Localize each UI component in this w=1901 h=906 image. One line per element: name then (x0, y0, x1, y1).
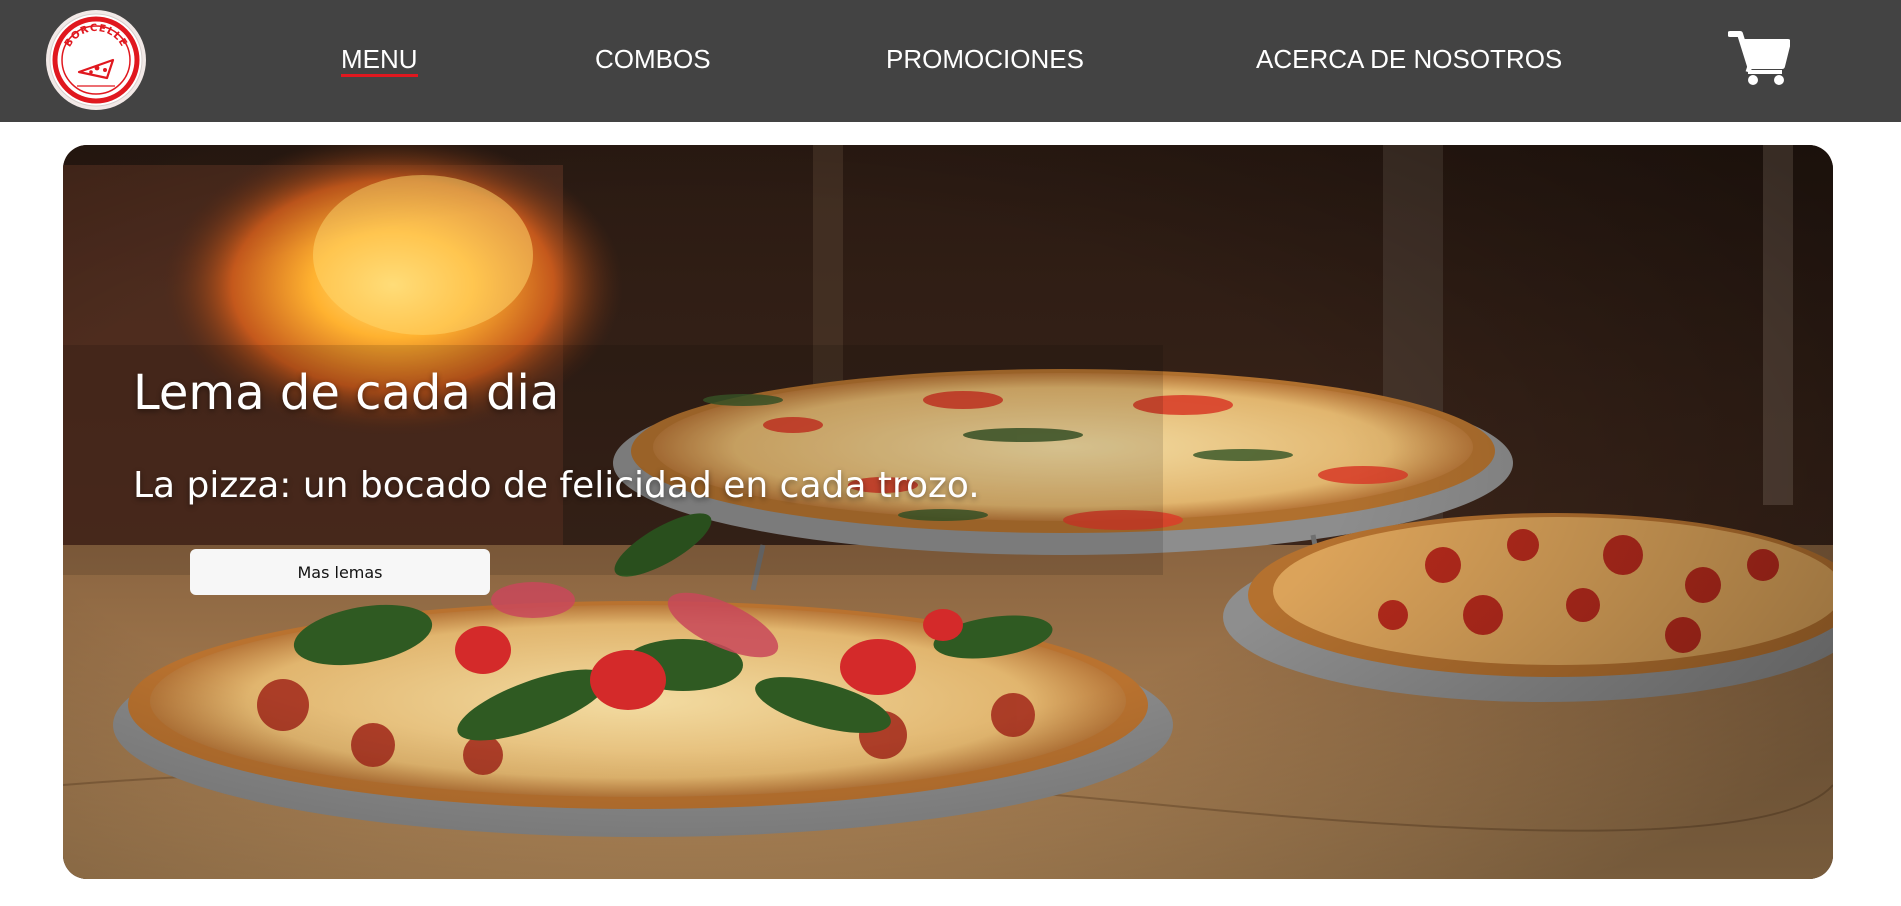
logo-seal: BORCELLE (46, 10, 146, 110)
nav-link-combos[interactable]: COMBOS (595, 44, 711, 74)
nav-link-promociones[interactable]: PROMOCIONES (886, 44, 1084, 74)
nav-link-menu[interactable]: MENU (341, 44, 418, 77)
hero-pizza-image (63, 145, 1833, 879)
brand-logo[interactable]: BORCELLE (45, 6, 147, 114)
hero-banner: Lema de cada dia La pizza: un bocado de … (63, 145, 1833, 879)
nav-link-acerca-de-nosotros[interactable]: ACERCA DE NOSOTROS (1256, 44, 1562, 74)
hero-subtitle: La pizza: un bocado de felicidad en cada… (133, 465, 980, 506)
more-slogans-button[interactable]: Mas lemas (190, 549, 490, 595)
shopping-cart-icon[interactable] (1728, 30, 1790, 86)
hero-title: Lema de cada dia (133, 365, 560, 421)
top-navbar: BORCELLE MENU COMBOS PROMOCIONES ACERCA … (0, 0, 1901, 122)
